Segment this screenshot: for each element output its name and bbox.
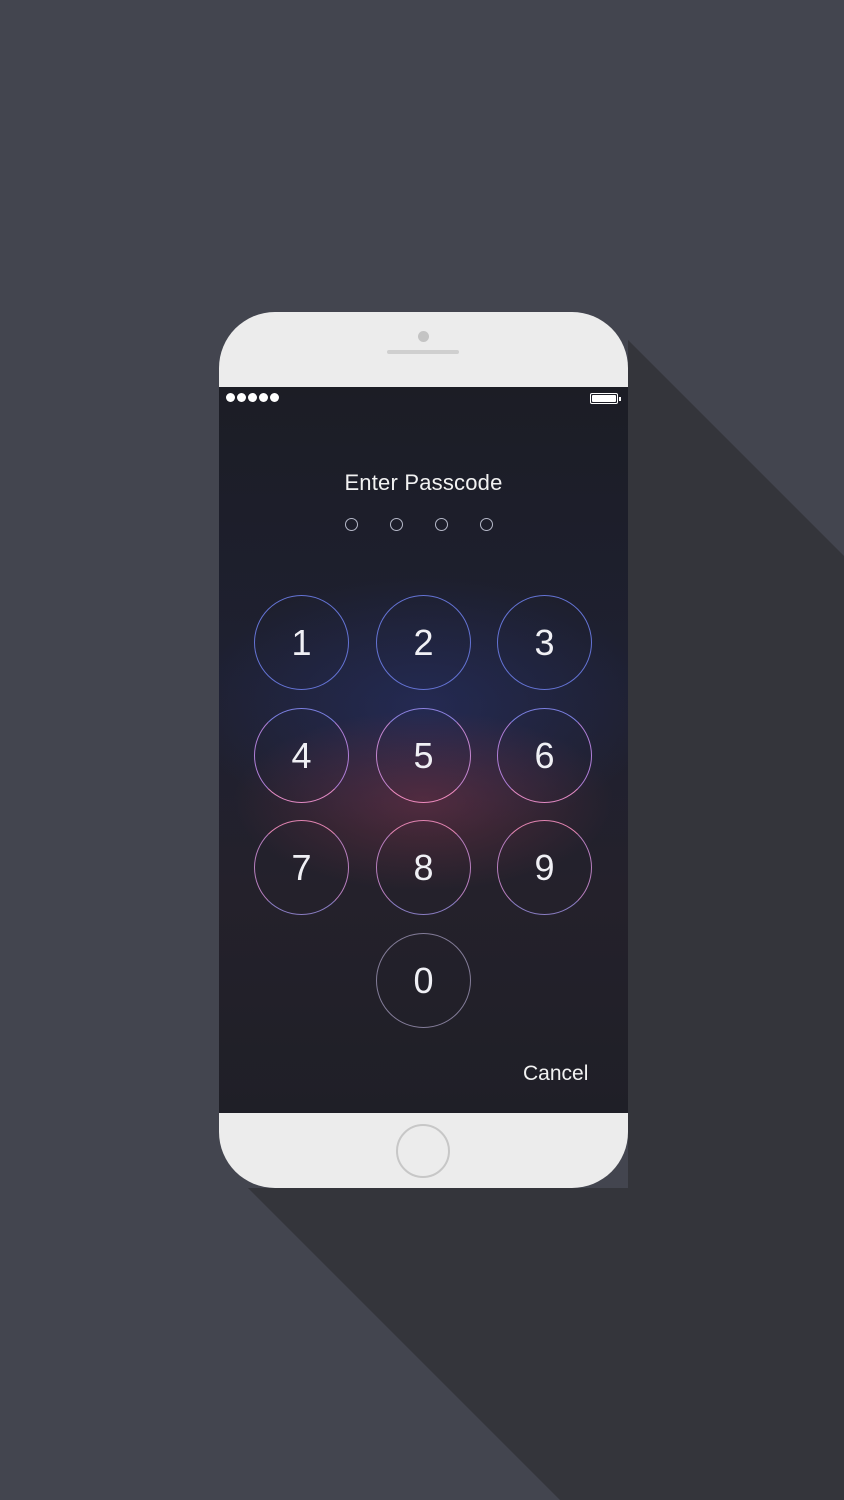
page-title: Enter Passcode [344,470,503,495]
keypad-key-0[interactable]: 0 [376,933,471,1028]
phone-frame: Enter Passcode 1 2 3 4 5 6 7 8 9 0 Cance… [219,312,628,1188]
battery-icon [590,393,621,404]
keypad-key-3[interactable]: 3 [497,595,592,690]
home-button[interactable] [396,1124,450,1178]
passcode-dot [390,518,403,531]
cancel-button[interactable]: Cancel [523,1062,588,1086]
keypad-key-4[interactable]: 4 [254,708,349,803]
keypad-key-7[interactable]: 7 [254,820,349,915]
passcode-dot [345,518,358,531]
keypad-key-8[interactable]: 8 [376,820,471,915]
keypad-key-5[interactable]: 5 [376,708,471,803]
passcode-dot [480,518,493,531]
keypad-key-2[interactable]: 2 [376,595,471,690]
signal-strength-icon [226,393,279,402]
front-camera [418,331,429,342]
earpiece-speaker [387,350,459,354]
passcode-dots [345,518,493,531]
passcode-dot [435,518,448,531]
keypad-key-6[interactable]: 6 [497,708,592,803]
keypad-key-9[interactable]: 9 [497,820,592,915]
keypad-key-1[interactable]: 1 [254,595,349,690]
passcode-screen: Enter Passcode 1 2 3 4 5 6 7 8 9 0 Cance… [219,387,628,1113]
